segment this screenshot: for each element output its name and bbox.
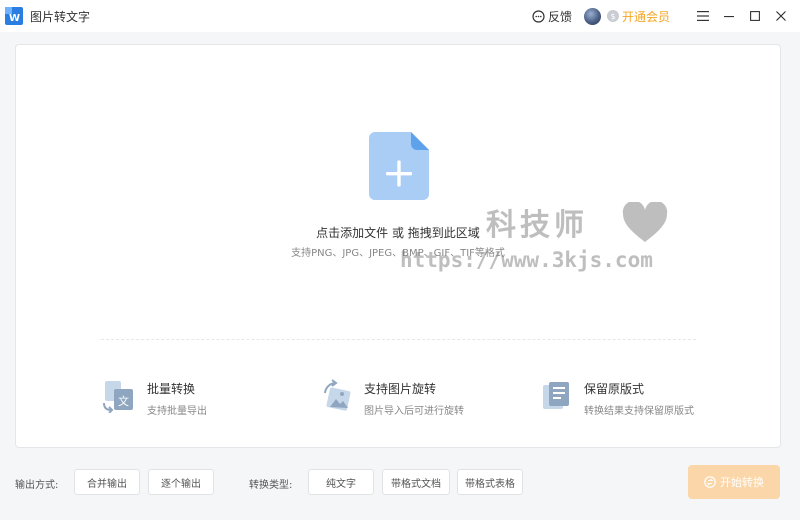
feature-title: 批量转换 — [147, 382, 196, 396]
coin-icon: $ — [606, 10, 619, 22]
formatted-document-button[interactable]: 带格式文档 — [382, 469, 450, 495]
start-convert-button[interactable]: 开始转换 — [688, 465, 780, 499]
menu-button[interactable] — [690, 0, 716, 32]
convert-icon — [704, 476, 716, 488]
user-avatar[interactable] — [583, 7, 601, 25]
add-file-icon[interactable] — [369, 132, 429, 200]
minimize-icon — [724, 16, 734, 18]
close-icon — [776, 11, 786, 21]
vip-button[interactable]: $ 开通会员 — [606, 8, 670, 25]
document-layout-icon — [543, 382, 569, 409]
maximize-button[interactable] — [742, 0, 768, 32]
vip-label: 开通会员 — [621, 9, 670, 24]
feature-desc: 图片导入后可进行旋转 — [364, 406, 464, 417]
feature-batch: 文 批量转换 支持批量导出 — [102, 379, 207, 417]
feature-keep-layout: 保留原版式 转换结果支持保留原版式 — [539, 379, 694, 417]
svg-text:W: W — [9, 13, 20, 24]
close-button[interactable] — [768, 0, 794, 32]
drop-instruction: 点击添加文件 或 拖拽到此区域 — [316, 226, 480, 240]
feedback-label: 反馈 — [547, 9, 572, 24]
minimize-button[interactable] — [716, 0, 742, 32]
hamburger-menu-icon — [697, 11, 709, 21]
chat-bubble-icon — [532, 9, 545, 23]
batch-convert-icon: 文 — [103, 381, 133, 413]
convert-type-label: 转换类型: — [249, 480, 293, 491]
app-logo-icon: W — [5, 7, 23, 25]
rotate-image-icon — [324, 379, 351, 411]
title-bar: W 图片转文字 反馈 $ 开通会员 — [0, 0, 800, 32]
feedback-button[interactable]: 反馈 — [532, 8, 572, 25]
feature-rotate: 支持图片旋转 图片导入后可进行旋转 — [319, 379, 464, 417]
merge-output-button[interactable]: 合并输出 — [74, 469, 140, 495]
supported-formats: 支持PNG、JPG、JPEG、BMP、GIF、TIF等格式 — [291, 248, 505, 259]
feature-desc: 支持批量导出 — [147, 406, 207, 417]
divider — [101, 339, 696, 340]
feature-desc: 转换结果支持保留原版式 — [584, 406, 694, 417]
svg-text:文: 文 — [118, 394, 129, 408]
plain-text-button[interactable]: 纯文字 — [308, 469, 374, 495]
drop-zone[interactable]: 点击添加文件 或 拖拽到此区域 支持PNG、JPG、JPEG、BMP、GIF、T… — [15, 44, 781, 448]
bottom-toolbar: 输出方式: 合并输出 逐个输出 转换类型: 纯文字 带格式文档 带格式表格 开始… — [0, 460, 800, 504]
feature-title: 保留原版式 — [584, 382, 645, 396]
formatted-table-button[interactable]: 带格式表格 — [457, 469, 523, 495]
start-convert-label: 开始转换 — [720, 476, 764, 489]
app-title: 图片转文字 — [30, 10, 91, 24]
maximize-icon — [750, 11, 760, 21]
output-mode-label: 输出方式: — [15, 480, 59, 491]
feature-title: 支持图片旋转 — [364, 382, 437, 396]
separate-output-button[interactable]: 逐个输出 — [148, 469, 214, 495]
